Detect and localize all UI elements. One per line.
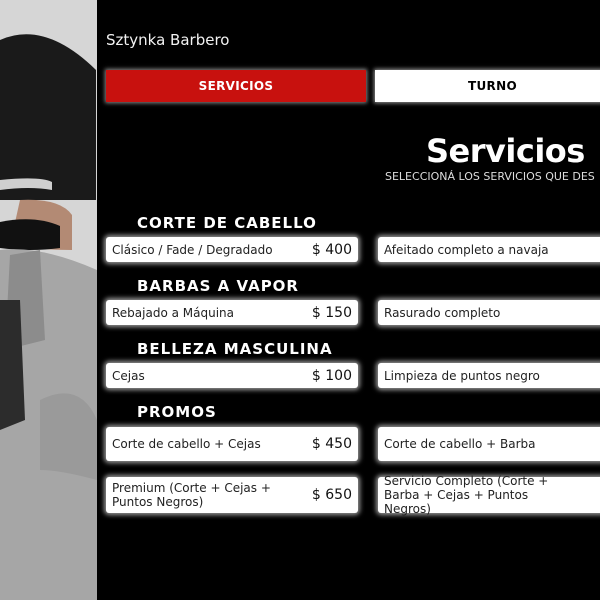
service-name: Afeitado completo a navaja	[384, 242, 549, 257]
tab-servicios[interactable]: SERVICIOS	[106, 70, 366, 102]
service-name: Servicio Completo (Corte + Barba + Cejas…	[384, 474, 549, 516]
service-name: Limpieza de puntos negro	[384, 368, 540, 383]
service-name: Rebajado a Máquina	[112, 305, 235, 320]
service-name: Corte de cabello + Cejas	[112, 437, 261, 451]
service-card-limpieza[interactable]: Limpieza de puntos negro $	[378, 363, 600, 388]
brand-name[interactable]: Sztynka Barbero	[106, 31, 229, 49]
category-belleza-heading: BELLEZA MASCULINA	[137, 340, 333, 358]
service-card-cejas[interactable]: Cejas $ 100	[106, 363, 358, 388]
service-name: Cejas	[112, 368, 145, 383]
tab-turno[interactable]: TURNO	[375, 70, 600, 102]
service-price: $ 100	[311, 367, 352, 384]
service-price: $ 650	[311, 487, 352, 503]
category-barbas-heading: BARBAS A VAPOR	[137, 277, 299, 295]
service-price: $ 450	[311, 436, 352, 452]
page-title: Servicios	[426, 132, 585, 170]
service-price: $ 150	[311, 304, 352, 321]
service-name: Premium (Corte + Cejas + Puntos Negros)	[112, 481, 271, 509]
category-corte-heading: CORTE DE CABELLO	[137, 214, 317, 232]
service-card-rasurado[interactable]: Rasurado completo $	[378, 300, 600, 325]
service-name: Clásico / Fade / Degradado	[112, 242, 273, 257]
service-card-promo-premium[interactable]: Premium (Corte + Cejas + Puntos Negros) …	[106, 477, 358, 513]
service-card-clasico[interactable]: Clásico / Fade / Degradado $ 400	[106, 237, 358, 262]
service-name: Rasurado completo	[384, 305, 501, 320]
barber-photo	[0, 0, 97, 600]
service-name: Corte de cabello + Barba	[384, 437, 536, 451]
service-card-promo-corte-cejas[interactable]: Corte de cabello + Cejas $ 450	[106, 427, 358, 461]
service-card-promo-completo[interactable]: Servicio Completo (Corte + Barba + Cejas…	[378, 474, 600, 516]
service-card-rebajado[interactable]: Rebajado a Máquina $ 150	[106, 300, 358, 325]
service-card-promo-corte-barba[interactable]: Corte de cabello + Barba $	[378, 427, 600, 461]
category-promos-heading: PROMOS	[137, 403, 217, 421]
page-subtitle: SELECCIONÁ LOS SERVICIOS QUE DES	[385, 170, 595, 183]
service-price: $ 400	[311, 241, 352, 258]
service-card-afeitado[interactable]: Afeitado completo a navaja $	[378, 237, 600, 262]
